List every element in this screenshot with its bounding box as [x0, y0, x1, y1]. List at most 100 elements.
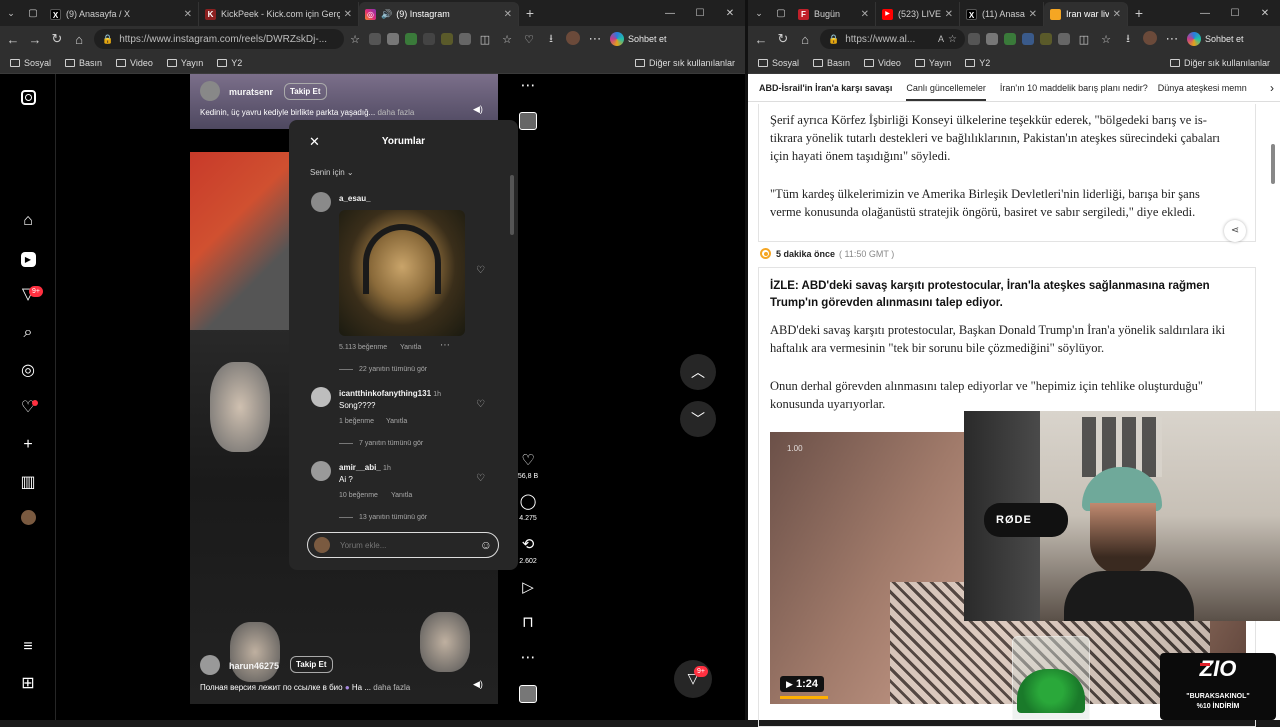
bookmark-folder[interactable]: Basın — [65, 58, 102, 68]
extension-icon[interactable] — [369, 33, 381, 45]
split-screen-icon[interactable]: ◫ — [474, 33, 496, 46]
downloads-icon[interactable]: ⭳ — [540, 30, 562, 49]
translate-icon[interactable]: A — [938, 34, 944, 44]
favorite-star-icon[interactable]: ☆ — [344, 33, 366, 46]
copilot-button[interactable]: Sohbet et — [1187, 32, 1244, 46]
profile-avatar[interactable] — [18, 510, 38, 530]
reel-bottom-avatar[interactable] — [200, 655, 220, 675]
comment-avatar[interactable] — [311, 461, 331, 481]
follow-button[interactable]: Takip Et — [284, 83, 327, 100]
nav-item-live[interactable]: Canlı güncellemeler — [906, 83, 986, 101]
previous-reel-button[interactable]: ︿ — [680, 354, 716, 390]
address-bar[interactable]: 🔒 https://www.instagram.com/reels/DWRZsk… — [94, 29, 344, 49]
bookmark-folder[interactable]: Yayın — [166, 58, 203, 68]
home-icon[interactable]: ⌂ — [68, 32, 90, 47]
back-icon[interactable]: ← — [2, 32, 24, 47]
comment-like-heart-icon[interactable]: ♡ — [476, 265, 485, 276]
comment-like-heart-icon[interactable]: ♡ — [476, 399, 485, 410]
bookmark-folder[interactable]: Basın — [813, 58, 850, 68]
comment-input[interactable] — [340, 540, 480, 550]
bookmark-folder[interactable]: Sosyal — [10, 58, 51, 68]
reel-top-avatar[interactable] — [200, 81, 220, 101]
bookmark-folder[interactable]: Sosyal — [758, 58, 799, 68]
reply-button[interactable]: Yanıtla — [400, 344, 421, 351]
extension-icon[interactable] — [423, 33, 435, 45]
extension-icon[interactable] — [1004, 33, 1016, 45]
extension-icon[interactable] — [968, 33, 980, 45]
repost-icon[interactable]: ⟲ — [517, 535, 539, 553]
comment-avatar[interactable] — [311, 387, 331, 407]
audio-thumbnail[interactable] — [519, 685, 537, 703]
tab-kickpeek[interactable]: K KickPeek - Kick.com için Gerçek Za ✕ — [199, 2, 359, 26]
tab-x[interactable]: X (9) Anasayfa / X ✕ — [44, 2, 199, 26]
extension-icon[interactable] — [387, 33, 399, 45]
tab-iran-war-live[interactable]: Iran war live ✕ — [1044, 2, 1128, 26]
more-options-icon[interactable]: ⋯ — [517, 76, 539, 94]
extension-icon[interactable] — [441, 33, 453, 45]
tab-youtube-live[interactable]: ▶ (523) LIVE: Vi ✕ — [876, 2, 960, 26]
nav-item-peace-plan[interactable]: İran'ın 10 maddelik barış planı nedir? — [1000, 83, 1148, 93]
close-window-icon[interactable]: ✕ — [1250, 8, 1280, 19]
downloads-icon[interactable]: ⭳ — [1117, 30, 1139, 49]
emoji-icon[interactable]: ☺ — [480, 538, 492, 552]
share-icon[interactable]: ▷ — [517, 578, 539, 596]
bookmark-folder[interactable]: Yayın — [914, 58, 951, 68]
maximize-icon[interactable]: ☐ — [1220, 8, 1250, 19]
menu-dots-icon[interactable]: ⋯ — [1161, 31, 1183, 47]
close-tab-icon[interactable]: ✕ — [945, 9, 953, 20]
comment-gif-image[interactable] — [339, 210, 465, 336]
workspaces-icon[interactable]: ▢ — [22, 8, 44, 19]
menu-dots-icon[interactable]: ⋯ — [584, 31, 606, 47]
close-tab-icon[interactable]: ✕ — [504, 9, 512, 20]
view-replies-button[interactable]: 22 yanıtın tümünü gör — [339, 366, 427, 373]
other-favorites-folder[interactable]: Diğer sık kullanılanlar — [634, 58, 735, 68]
news-section-title[interactable]: ABD-İsrail'in İran'a karşı savaşı — [759, 83, 892, 93]
close-window-icon[interactable]: ✕ — [715, 8, 745, 19]
workspaces-icon[interactable]: ▢ — [770, 8, 792, 19]
dashboard-icon[interactable]: ▥ — [18, 473, 38, 493]
back-icon[interactable]: ← — [750, 32, 772, 47]
copilot-button[interactable]: Sohbet et — [610, 32, 667, 46]
refresh-icon[interactable]: ↻ — [772, 31, 794, 47]
mute-icon[interactable]: ◀) — [473, 679, 483, 690]
reply-button[interactable]: Yanıtla — [391, 492, 412, 499]
refresh-icon[interactable]: ↻ — [46, 31, 68, 47]
reel-bottom-username[interactable]: harun46275 — [229, 661, 279, 671]
extension-icon[interactable] — [1022, 33, 1034, 45]
nav-item-ceasefire[interactable]: Dünya ateşkesi memn — [1158, 83, 1247, 93]
extension-icon[interactable] — [405, 33, 417, 45]
address-bar[interactable]: 🔒 https://www.al... A ☆ — [820, 29, 965, 49]
bookmark-folder[interactable]: Video — [116, 58, 153, 68]
close-tab-icon[interactable]: ✕ — [184, 9, 192, 20]
home-icon[interactable]: ⌂ — [794, 32, 816, 47]
profile-avatar[interactable] — [1139, 30, 1161, 48]
video-duration-badge[interactable]: ▶ 1:24 — [780, 676, 825, 692]
new-tab-icon[interactable]: + — [519, 5, 541, 21]
bookmark-folder[interactable]: Y2 — [217, 58, 242, 68]
split-screen-icon[interactable]: ◫ — [1073, 33, 1095, 46]
view-replies-button[interactable]: 13 yanıtın tümünü gör — [339, 514, 427, 521]
reply-button[interactable]: Yanıtla — [386, 418, 407, 425]
instagram-logo-icon[interactable] — [18, 90, 38, 110]
save-bookmark-icon[interactable]: ⊓ — [517, 613, 539, 631]
browser-essentials-icon[interactable]: ♡ — [518, 33, 540, 46]
extension-icon[interactable] — [459, 33, 471, 45]
bookmark-folder[interactable]: Y2 — [965, 58, 990, 68]
more-options-icon[interactable]: ⋯ — [517, 648, 539, 666]
comment-username[interactable]: a_esau_ — [339, 194, 371, 203]
reels-icon[interactable]: ▶ — [18, 248, 38, 268]
bookmark-folder[interactable]: Video — [864, 58, 901, 68]
home-icon[interactable]: ⌂ — [18, 211, 38, 231]
speaker-icon[interactable]: 🔊 — [381, 9, 392, 20]
sort-dropdown[interactable]: Senin için ⌄ — [310, 168, 354, 177]
also-from-meta-icon[interactable]: ⊞ — [18, 674, 38, 694]
extension-icon[interactable] — [986, 33, 998, 45]
follow-button[interactable]: Takip Et — [290, 656, 333, 673]
video-progress-bar[interactable] — [780, 696, 828, 699]
comment-options-icon[interactable]: ⋯ — [440, 340, 450, 351]
collections-icon[interactable]: ☆ — [1095, 33, 1117, 46]
close-tab-icon[interactable]: ✕ — [1029, 9, 1037, 20]
comment-like-heart-icon[interactable]: ♡ — [476, 473, 485, 484]
tab-instagram[interactable]: ◎ 🔊 (9) Instagram ✕ — [359, 2, 519, 26]
favorite-star-icon[interactable]: ☆ — [948, 34, 957, 45]
